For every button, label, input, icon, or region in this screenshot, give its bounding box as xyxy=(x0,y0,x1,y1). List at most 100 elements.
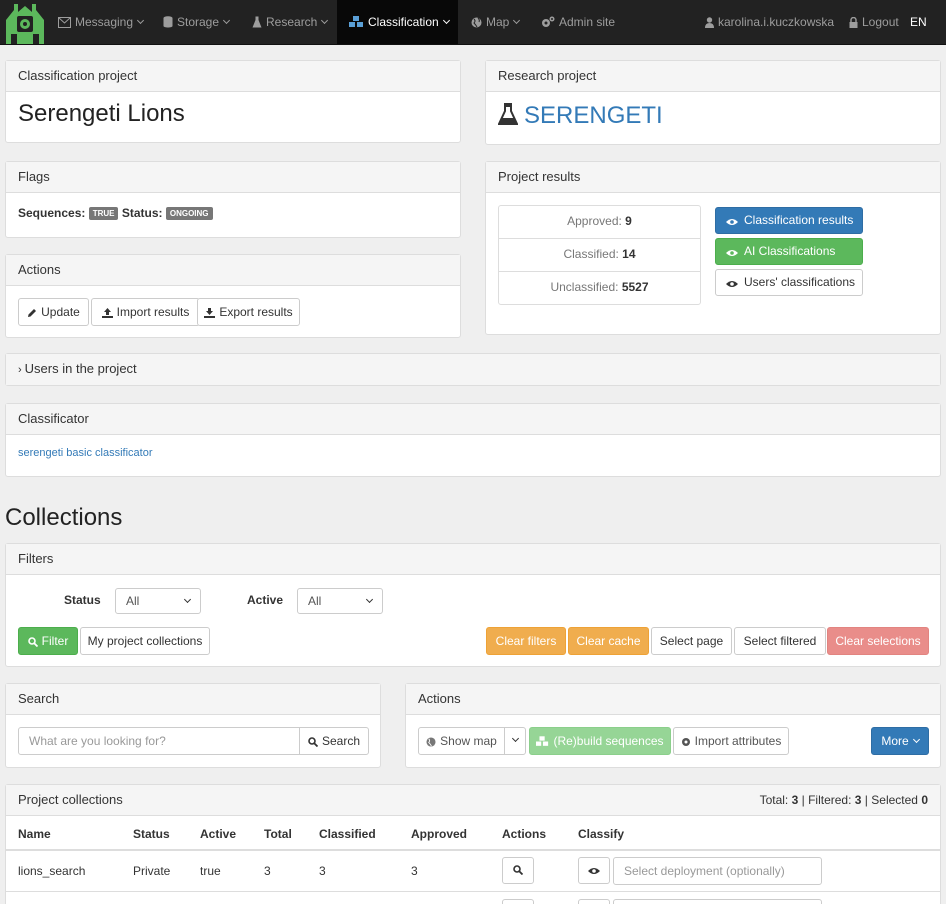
nav-logout[interactable]: Logout xyxy=(849,0,899,44)
ai-classifications-label: AI Classifications xyxy=(744,244,836,258)
column-header[interactable]: Total xyxy=(264,827,292,841)
nav-classification-label: Classification xyxy=(368,15,439,29)
rebuild-sequences-label: (Re)build sequences xyxy=(553,734,664,748)
users-panel-heading[interactable]: › Users in the project xyxy=(6,354,940,385)
eye-icon xyxy=(726,250,738,256)
update-button[interactable]: Update xyxy=(18,298,89,326)
classified-label: Classified: xyxy=(563,247,619,261)
nav-user-label: karolina.i.kuczkowska xyxy=(718,15,835,29)
collections-summary: Total: 3 | Filtered: 3 | Selected 0 xyxy=(759,793,928,807)
research-project-name[interactable]: SERENGETI xyxy=(524,102,663,129)
classification-project-panel: Classification project Serengeti Lions xyxy=(5,60,461,143)
nav-storage-label: Storage xyxy=(177,15,220,29)
summary-filtered-label: Filtered: xyxy=(808,793,852,807)
filter-button[interactable]: Filter xyxy=(18,627,78,655)
select-filtered-button[interactable]: Select filtered xyxy=(734,627,826,655)
nav-research[interactable]: Research xyxy=(252,0,329,44)
nav-map[interactable]: Map xyxy=(471,0,521,44)
approved-label: Approved: xyxy=(567,214,622,228)
update-label: Update xyxy=(41,305,80,319)
column-header[interactable]: Status xyxy=(133,827,170,841)
chevron-down-icon xyxy=(513,16,521,25)
chevron-down-icon xyxy=(365,595,374,604)
user-icon xyxy=(705,17,714,28)
research-project-panel: Research project SERENGETI xyxy=(485,60,941,145)
column-header: Classify xyxy=(578,827,625,841)
table-row: lions_search Private true 3 3 3 Select d… xyxy=(6,852,940,892)
research-project-link[interactable]: SERENGETI xyxy=(486,92,940,140)
unclassified-count: Unclassified: 5527 xyxy=(499,272,700,304)
status-filter-select[interactable]: All xyxy=(115,588,201,614)
column-header[interactable]: Name xyxy=(18,827,51,841)
import-attributes-button[interactable]: Import attributes xyxy=(673,727,789,755)
more-button[interactable]: More xyxy=(871,727,929,755)
sequences-badge: TRUE xyxy=(88,207,119,220)
nav-classification[interactable]: Classification xyxy=(337,0,458,44)
sequences-label: Sequences: xyxy=(18,206,86,220)
chevron-down-icon xyxy=(136,16,145,25)
view-collection-button[interactable] xyxy=(502,899,534,904)
rebuild-sequences-button[interactable]: (Re)build sequences xyxy=(529,727,671,755)
clear-cache-button[interactable]: Clear cache xyxy=(568,627,649,655)
clear-selections-button[interactable]: Clear selections xyxy=(827,627,929,655)
active-filter-select[interactable]: All xyxy=(297,588,383,614)
summary-filtered: 3 xyxy=(854,793,862,807)
status-filter-label: Status xyxy=(64,593,101,607)
status-label: Status: xyxy=(121,206,163,220)
collection-total: 3 xyxy=(264,864,271,878)
export-results-button[interactable]: Export results xyxy=(197,298,300,326)
import-results-button[interactable]: Import results xyxy=(91,298,200,326)
summary-total-label: Total: xyxy=(759,793,789,807)
status-filter-value: All xyxy=(126,594,140,608)
users-panel[interactable]: › Users in the project xyxy=(5,353,941,386)
column-header[interactable]: Active xyxy=(200,827,236,841)
show-map-label: Show map xyxy=(440,734,497,748)
collection-classified: 3 xyxy=(319,864,326,878)
project-name: Serengeti Lions xyxy=(18,100,185,127)
pencil-icon xyxy=(28,309,37,317)
chevron-down-icon xyxy=(511,734,519,743)
nav-admin-site-label: Admin site xyxy=(559,15,616,29)
app-logo[interactable] xyxy=(4,2,46,44)
search-panel: Search What are you looking for? Search xyxy=(5,683,381,768)
approved-count: Approved: 9 xyxy=(499,206,700,239)
search-button[interactable]: Search xyxy=(299,727,369,755)
nav-storage[interactable]: Storage xyxy=(163,0,231,44)
unclassified-value: 5527 xyxy=(621,280,649,294)
column-header[interactable]: Classified xyxy=(319,827,376,841)
eye-icon xyxy=(726,281,738,287)
column-header[interactable]: Approved xyxy=(411,827,467,841)
project-results-panel: Project results Approved: 9 Classified: … xyxy=(485,161,941,335)
chevron-down-icon xyxy=(912,735,920,744)
nav-messaging[interactable]: Messaging xyxy=(58,0,145,44)
nav-research-label: Research xyxy=(266,15,318,29)
filter-label: Filter xyxy=(41,634,69,648)
summary-total: 3 xyxy=(791,793,799,807)
search-input[interactable]: What are you looking for? xyxy=(18,727,300,755)
chevron-down-icon xyxy=(222,16,231,25)
select-page-button[interactable]: Select page xyxy=(651,627,732,655)
search-icon xyxy=(308,737,319,748)
globe-icon xyxy=(471,17,482,28)
lock-icon xyxy=(849,16,858,28)
show-map-dropdown-toggle[interactable] xyxy=(504,727,526,755)
classify-button[interactable] xyxy=(578,857,610,884)
nav-admin-site[interactable]: Admin site xyxy=(541,0,615,44)
deployment-select[interactable]: Select deployment (optionally) xyxy=(613,857,822,885)
deployment-select[interactable] xyxy=(613,899,822,904)
unclassified-label: Unclassified: xyxy=(550,280,619,294)
view-collection-button[interactable] xyxy=(502,857,534,884)
chevron-down-icon xyxy=(442,16,450,25)
clear-filters-button[interactable]: Clear filters xyxy=(486,627,566,655)
classification-results-button[interactable]: Classification results xyxy=(715,207,863,234)
show-map-button[interactable]: Show map xyxy=(418,727,505,755)
globe-icon xyxy=(426,737,436,747)
classify-button[interactable] xyxy=(578,899,610,904)
nav-language[interactable]: EN xyxy=(910,0,927,44)
users-classifications-button[interactable]: Users' classifications xyxy=(715,269,863,296)
my-project-collections-button[interactable]: My project collections xyxy=(80,627,210,655)
nav-user[interactable]: karolina.i.kuczkowska xyxy=(705,0,834,44)
classificator-link[interactable]: serengeti basic classificator xyxy=(18,447,153,459)
panel-heading: Flags xyxy=(6,162,460,193)
ai-classifications-button[interactable]: AI Classifications xyxy=(715,238,863,265)
